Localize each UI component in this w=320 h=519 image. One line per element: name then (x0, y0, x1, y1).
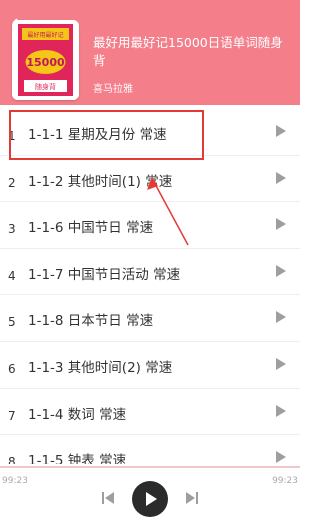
track-title: 1-1-1 星期及月份 常速 (28, 127, 167, 143)
track-title: 1-1-2 其他时间(1) 常速 (28, 173, 173, 190)
play-icon[interactable] (276, 404, 286, 417)
track-row[interactable]: 6 1-1-3 其他时间(2) 常速 (0, 342, 300, 389)
album-cover: 最好用最好记 15000 随身背 (12, 20, 79, 100)
track-list: 1 1-1-1 星期及月份 常速 2 1-1-2 其他时间(1) 常速 3 1-… (0, 109, 300, 464)
play-icon[interactable] (276, 311, 286, 324)
player-bar: 99:23 99:23 (0, 464, 300, 519)
album-author[interactable]: 喜马拉雅 (93, 83, 133, 97)
cover-text-bottom: 随身背 (35, 82, 56, 91)
track-title: 1-1-5 钟表 常速 (28, 453, 127, 464)
progress-bar[interactable] (0, 466, 300, 468)
play-icon[interactable] (276, 357, 286, 370)
track-row[interactable]: 3 1-1-6 中国节日 常速 (0, 202, 300, 249)
play-icon[interactable] (276, 451, 286, 464)
track-row[interactable]: 7 1-1-4 数词 常速 (0, 389, 300, 436)
track-title: 1-1-3 其他时间(2) 常速 (28, 359, 173, 376)
track-title: 1-1-6 中国节日 常速 (28, 220, 154, 237)
track-number: 3 (8, 222, 16, 237)
track-title: 1-1-4 数词 常速 (28, 406, 127, 423)
cover-text-mid: 15000 (26, 56, 65, 69)
cover-text-top: 最好用最好记 (27, 31, 63, 39)
track-title: 1-1-8 日本节日 常速 (28, 313, 154, 330)
track-row[interactable]: 4 1-1-7 中国节日活动 常速 (0, 249, 300, 296)
track-number: 2 (8, 175, 16, 190)
track-number: 8 (8, 455, 16, 464)
track-row[interactable]: 5 1-1-8 日本节日 常速 (0, 295, 300, 342)
elapsed-time: 99:23 (2, 476, 28, 486)
track-row[interactable]: 1 1-1-1 星期及月份 常速 (0, 109, 300, 156)
play-icon[interactable] (276, 125, 286, 137)
track-number: 1 (8, 129, 16, 143)
track-title: 1-1-7 中国节日活动 常速 (28, 266, 181, 283)
play-icon (146, 492, 157, 506)
album-title: 最好用最好记15000日语单词随身背 (93, 35, 283, 68)
play-icon[interactable] (276, 171, 286, 184)
track-number: 4 (8, 268, 16, 283)
track-number: 6 (8, 361, 16, 376)
track-row[interactable]: 8 1-1-5 钟表 常速 (0, 435, 300, 464)
album-header: ← 最好用最好记 15000 随身背 最好用最好记15000日语单词随身背 喜马… (0, 0, 300, 105)
skip-next-icon[interactable] (185, 491, 199, 505)
play-button[interactable] (132, 481, 168, 517)
track-number: 7 (8, 408, 16, 423)
track-number: 5 (8, 315, 16, 330)
skip-previous-icon[interactable] (101, 491, 115, 505)
total-time: 99:23 (272, 476, 298, 486)
play-icon[interactable] (276, 264, 286, 277)
play-icon[interactable] (276, 218, 286, 231)
track-row[interactable]: 2 1-1-2 其他时间(1) 常速 (0, 156, 300, 203)
